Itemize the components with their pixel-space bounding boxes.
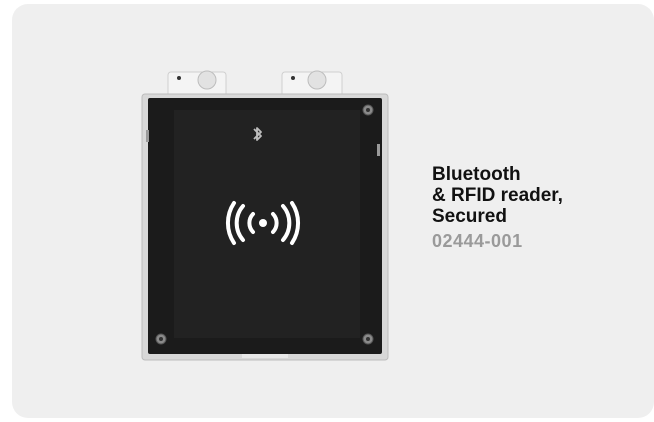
screw-icon [362, 333, 374, 345]
screw-icon [362, 104, 374, 116]
product-info: Bluetooth & RFID reader, Secured 02444-0… [432, 164, 652, 252]
product-code: 02444-001 [432, 231, 523, 251]
product-image [132, 66, 392, 366]
device-front [174, 110, 360, 338]
product-card[interactable]: Bluetooth & RFID reader, Secured 02444-0… [12, 4, 654, 418]
product-title: Bluetooth & RFID reader, Secured [432, 164, 563, 227]
screw-icon [155, 333, 167, 345]
